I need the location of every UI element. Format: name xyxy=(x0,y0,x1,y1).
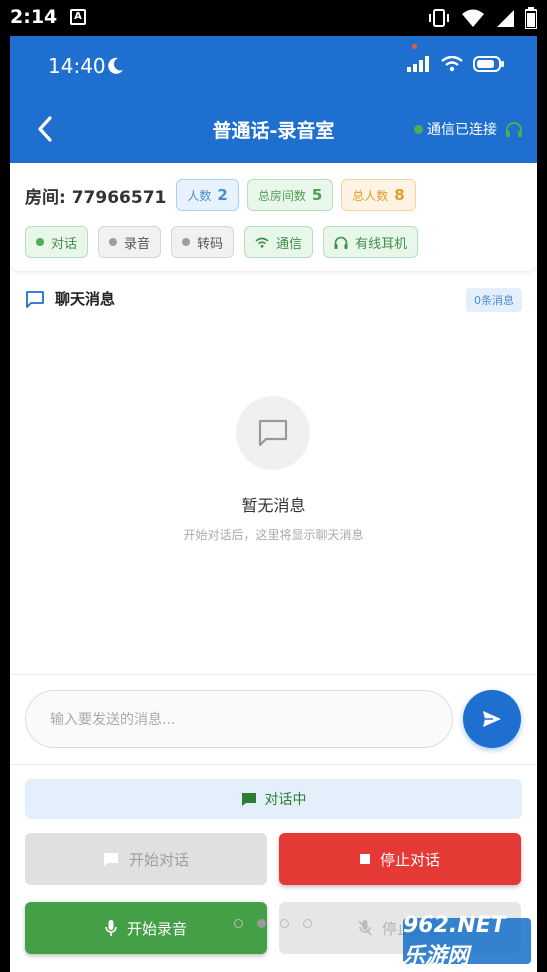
battery-icon xyxy=(525,7,537,29)
vibrate-icon xyxy=(429,9,449,27)
message-count-badge: 0条消息 xyxy=(466,288,522,312)
status-communication: 通信 xyxy=(244,226,314,258)
empty-subtitle: 开始对话后，这里将显示聊天消息 xyxy=(183,528,364,542)
system-icons xyxy=(427,7,537,29)
message-icon xyxy=(258,419,288,447)
status-tags-row: 对话 录音 转码 通信 有线耳机 xyxy=(25,226,419,258)
system-time: 2:14 xyxy=(10,6,58,28)
headphones-icon xyxy=(506,122,522,137)
status-label: 有线耳机 xyxy=(355,236,408,252)
start-record-button[interactable]: 开始录音 xyxy=(25,902,267,954)
signal-icon xyxy=(497,10,514,27)
connection-status: 通信已连接 xyxy=(414,119,523,139)
headphones-icon xyxy=(334,236,348,249)
start-record-label: 开始录音 xyxy=(126,919,187,938)
notification-icon: A xyxy=(70,9,86,25)
talk-status-label: 对话中 xyxy=(264,792,307,808)
battery-icon xyxy=(473,56,504,72)
stat-total-rooms: 总房间数 5 xyxy=(246,179,334,211)
room-info-card: 房间: 77966571 人数 2 总房间数 5 总人数 8 对话 录音 转码 通信 … xyxy=(10,163,537,271)
dot-icon xyxy=(36,238,44,246)
microphone-icon xyxy=(105,920,117,936)
room-id: 房间: 77966571 xyxy=(25,187,167,208)
signal-bars-icon xyxy=(407,56,429,72)
status-recording: 录音 xyxy=(98,226,162,258)
stat-value: 8 xyxy=(394,186,405,204)
room-stats-row: 房间: 77966571 人数 2 总房间数 5 总人数 8 xyxy=(25,179,416,211)
send-button[interactable] xyxy=(463,690,521,748)
page-dot xyxy=(303,919,312,928)
status-label: 录音 xyxy=(124,236,151,252)
stat-value: 2 xyxy=(217,186,228,204)
start-talk-label: 开始对话 xyxy=(128,850,189,869)
page-indicator xyxy=(234,919,312,928)
stat-label: 总人数 xyxy=(352,188,389,203)
talk-status-banner: 对话中 xyxy=(25,779,522,819)
start-talk-button[interactable]: 开始对话 xyxy=(25,833,267,885)
chat-bubble-icon xyxy=(241,792,256,806)
connection-label: 通信已连接 xyxy=(427,122,497,138)
status-label: 转码 xyxy=(197,236,224,252)
status-wired-headset: 有线耳机 xyxy=(323,226,419,258)
status-label: 通信 xyxy=(276,236,303,252)
wifi-icon xyxy=(441,56,463,72)
status-transcode: 转码 xyxy=(171,226,235,258)
app-header: 14:40 普通话-录音室 通信已连接 xyxy=(10,36,537,163)
connected-dot xyxy=(414,124,423,134)
stat-value: 5 xyxy=(311,186,323,204)
send-icon xyxy=(483,711,501,727)
wifi-icon xyxy=(462,9,484,27)
message-input[interactable]: 输入要发送的消息... xyxy=(25,690,453,748)
system-status-bar: 2:14 A xyxy=(0,0,547,36)
chat-bubble-icon xyxy=(103,852,118,866)
stat-label: 人数 xyxy=(187,188,212,203)
status-label: 对话 xyxy=(51,236,78,252)
chat-header: 聊天消息 xyxy=(25,288,115,309)
recording-indicator xyxy=(412,44,417,49)
inner-status-bar: 14:40 xyxy=(10,36,537,96)
page-dot xyxy=(280,919,289,928)
chat-icon xyxy=(26,290,44,308)
stat-people: 人数 2 xyxy=(176,179,239,211)
wifi-icon xyxy=(255,237,269,248)
chat-title: 聊天消息 xyxy=(55,290,116,308)
divider xyxy=(10,764,537,765)
stop-talk-label: 停止对话 xyxy=(379,850,440,869)
page-dot-active xyxy=(257,919,266,928)
stat-label: 总房间数 xyxy=(257,188,306,203)
app-window: 14:40 普通话-录音室 通信已连接 房间: 77966571 人数 2 总房间… xyxy=(10,36,537,972)
inner-time: 14:40 xyxy=(48,54,106,78)
stop-icon xyxy=(359,854,370,864)
watermark-logo: 962.NET 乐游网 xyxy=(403,913,531,969)
page-dot xyxy=(234,919,243,928)
moon-icon xyxy=(108,57,123,74)
inner-status-icons xyxy=(407,56,505,72)
dot-icon xyxy=(109,238,118,246)
microphone-off-icon xyxy=(358,920,372,936)
empty-chat-icon xyxy=(236,396,310,470)
status-talk: 对话 xyxy=(25,226,89,258)
stop-talk-button[interactable]: 停止对话 xyxy=(279,833,521,885)
empty-title: 暂无消息 xyxy=(241,496,306,515)
stat-total-people: 总人数 8 xyxy=(341,179,416,211)
divider xyxy=(10,674,537,675)
dot-icon xyxy=(182,238,191,246)
